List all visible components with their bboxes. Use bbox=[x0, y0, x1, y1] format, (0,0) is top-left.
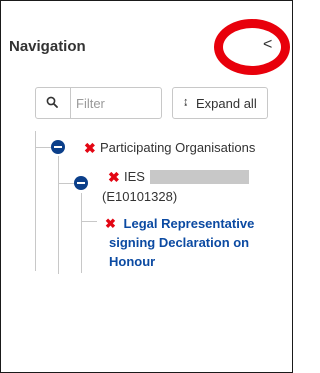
filter-box bbox=[35, 87, 162, 119]
tree-connector-line bbox=[81, 221, 97, 222]
tree-connector-line bbox=[35, 131, 36, 271]
tree-node-legal-representative-link[interactable]: ✖ Legal Representative signing Declarati… bbox=[101, 214, 261, 271]
expand-all-button[interactable]: ↨ Expand all bbox=[172, 87, 268, 119]
error-x-icon: ✖ bbox=[84, 140, 96, 156]
error-x-icon: ✖ bbox=[108, 169, 120, 185]
tree-node-legal-representative-label: Legal Representative signing Declaration… bbox=[109, 216, 255, 269]
expand-icon: ↨ bbox=[183, 96, 189, 108]
search-button[interactable] bbox=[36, 88, 71, 118]
error-x-icon: ✖ bbox=[105, 216, 116, 231]
tree-connector-line bbox=[35, 147, 51, 148]
filter-input[interactable] bbox=[76, 94, 156, 112]
tree-connector-line bbox=[58, 183, 74, 184]
navigation-panel: Navigation < ↨ Expand all ✖ Participatin… bbox=[0, 0, 293, 373]
tree-node-organisation-name[interactable]: IES bbox=[124, 168, 145, 186]
expand-all-label: Expand all bbox=[196, 96, 257, 111]
tree-connector-line bbox=[58, 156, 59, 274]
tree-node-organisation-id: (E10101328) bbox=[102, 189, 178, 204]
collapse-node-icon[interactable] bbox=[51, 140, 65, 154]
search-icon bbox=[46, 96, 58, 108]
tree-connector-line bbox=[81, 193, 82, 273]
redacted-text-block bbox=[150, 170, 249, 184]
tree-node-participating-organisations[interactable]: Participating Organisations bbox=[100, 139, 255, 157]
collapse-node-icon[interactable] bbox=[74, 176, 88, 190]
panel-title: Navigation bbox=[9, 38, 86, 55]
collapse-panel-button[interactable]: < bbox=[263, 37, 272, 53]
